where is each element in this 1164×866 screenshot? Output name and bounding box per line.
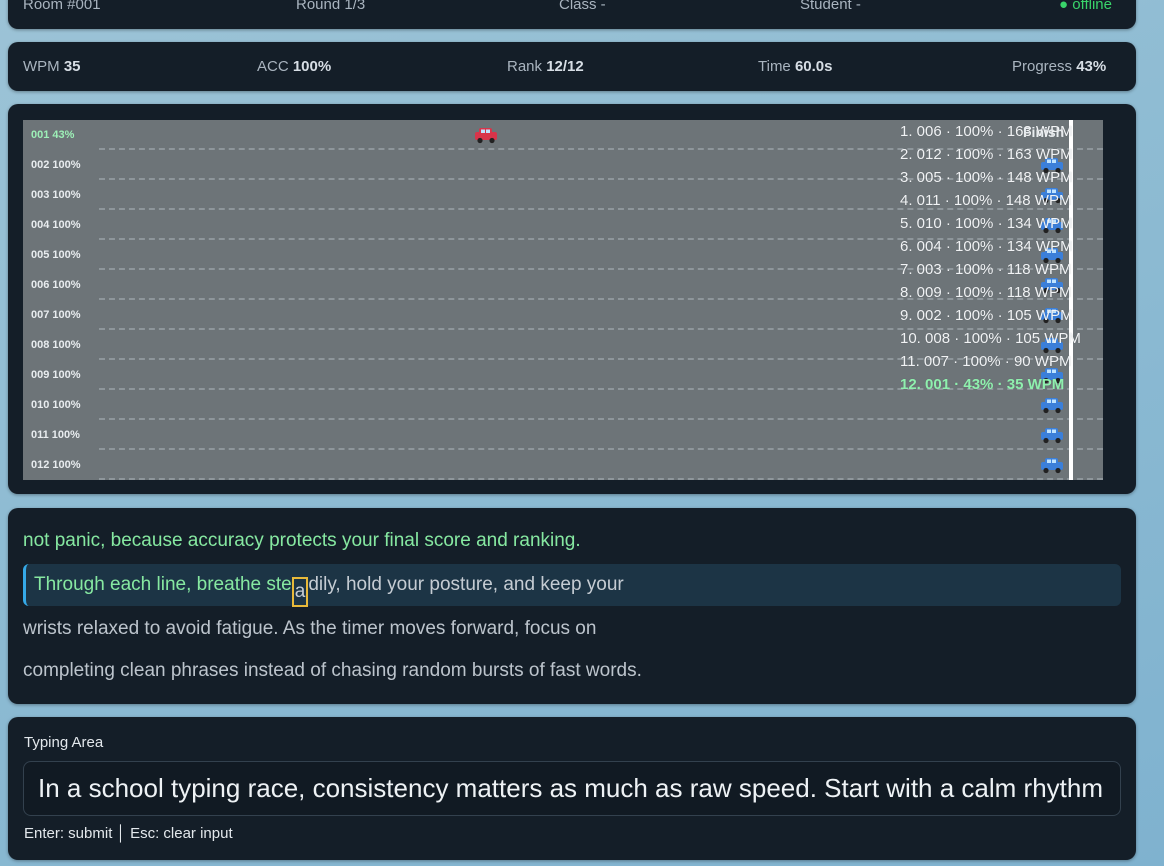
racer-car-icon (1039, 427, 1065, 444)
keyboard-hint: Enter: submit │ Esc: clear input (24, 825, 233, 842)
race-lane: 011 100% (23, 420, 1103, 450)
racer-car-icon (1039, 457, 1065, 474)
completed-line: not panic, because accuracy protects you… (23, 530, 581, 551)
race-lane: 012 100% (23, 450, 1103, 480)
student-indicator: Student - (800, 0, 861, 13)
time-value: 60.0s (794, 58, 833, 75)
leaderboard-row: 1. 006 · 100% · 163 WPM (900, 123, 1073, 140)
leaderboard-row: 10. 008 · 100% · 105 WPM (900, 330, 1081, 347)
lane-divider (99, 478, 1103, 480)
lane-label: 007 100% (31, 309, 81, 321)
leaderboard-row: 7. 003 · 100% · 118 WPM (900, 261, 1072, 278)
leaderboard-row: 9. 002 · 100% · 105 WPM (900, 307, 1073, 324)
passage-panel: not panic, because accuracy protects you… (8, 508, 1136, 704)
lane-label: 001 43% (31, 129, 75, 141)
room-header: Room #001 Round 1/3 Class - Student - ● … (8, 0, 1136, 29)
room-id: Room #001 (23, 0, 101, 13)
text-cursor: a (291, 577, 309, 607)
leaderboard-row: 8. 009 · 100% · 118 WPM (900, 284, 1072, 301)
upcoming-line: completing clean phrases instead of chas… (23, 660, 642, 681)
class-indicator: Class - (559, 0, 606, 13)
lane-label: 005 100% (31, 249, 81, 261)
lane-label: 012 100% (31, 459, 81, 471)
leaderboard: 1. 006 · 100% · 163 WPM 2. 012 · 100% · 1… (900, 120, 1100, 396)
wpm-stat: WPM 35 (23, 58, 81, 76)
leaderboard-row: 6. 004 · 100% · 134 WPM (900, 238, 1073, 255)
upcoming-line: wrists relaxed to avoid fatigue. As the … (23, 618, 597, 639)
leaderboard-row: 4. 011 · 100% · 148 WPM (900, 192, 1072, 209)
my-car-icon (473, 127, 499, 144)
typing-input[interactable] (23, 761, 1121, 816)
typed-text: Through each line, breathe ste (34, 574, 292, 595)
leaderboard-row: 11. 007 · 100% · 90 WPM (900, 353, 1072, 370)
leaderboard-row: 12. 001 · 43% · 35 WPM (900, 376, 1065, 393)
progress-stat: Progress 43% (1012, 58, 1106, 76)
remaining-text: dily, hold your posture, and keep your (308, 574, 624, 595)
race-track: 001 43% 002 100% 003 100% 004 100% 005 100% 0… (23, 120, 1103, 480)
lane-label: 002 100% (31, 159, 81, 171)
leaderboard-row: 5. 010 · 100% · 134 WPM (900, 215, 1073, 232)
rank-stat: Rank 12/12 (507, 58, 584, 76)
wpm-label: WPM (23, 58, 60, 75)
racer-car-icon (1039, 397, 1065, 414)
typing-area-label: Typing Area (24, 734, 104, 751)
current-line: Through each line, breathe ste a dily, hol… (23, 564, 1121, 607)
progress-value: 43% (1076, 58, 1107, 75)
leaderboard-row: 3. 005 · 100% · 148 WPM (900, 169, 1073, 186)
accuracy-label: ACC (257, 58, 289, 75)
lane-label: 011 100% (31, 429, 80, 441)
accuracy-stat: ACC 100% (257, 58, 331, 76)
time-stat: Time 60.0s (758, 58, 833, 76)
connection-status: ● offline (1059, 0, 1112, 13)
rank-label: Rank (507, 58, 543, 75)
lane-label: 009 100% (31, 369, 81, 381)
rank-value: 12/12 (546, 58, 584, 75)
race-track-panel: 001 43% 002 100% 003 100% 004 100% 005 100% 0… (8, 104, 1136, 494)
stats-bar: WPM 35 ACC 100% Rank 12/12 Time 60.0s Pr… (8, 42, 1136, 91)
lane-label: 006 100% (31, 279, 81, 291)
typing-panel: Typing Area Enter: submit │ Esc: clear i… (8, 717, 1136, 860)
lane-label: 010 100% (31, 399, 81, 411)
lane-label: 003 100% (31, 189, 81, 201)
lane-label: 004 100% (31, 219, 81, 231)
leaderboard-row: 2. 012 · 100% · 163 WPM (900, 146, 1073, 163)
time-label: Time (758, 58, 791, 75)
progress-label: Progress (1012, 58, 1073, 75)
wpm-value: 35 (63, 58, 81, 75)
round-indicator: Round 1/3 (296, 0, 366, 13)
lane-label: 008 100% (31, 339, 81, 351)
accuracy-value: 100% (292, 58, 332, 75)
